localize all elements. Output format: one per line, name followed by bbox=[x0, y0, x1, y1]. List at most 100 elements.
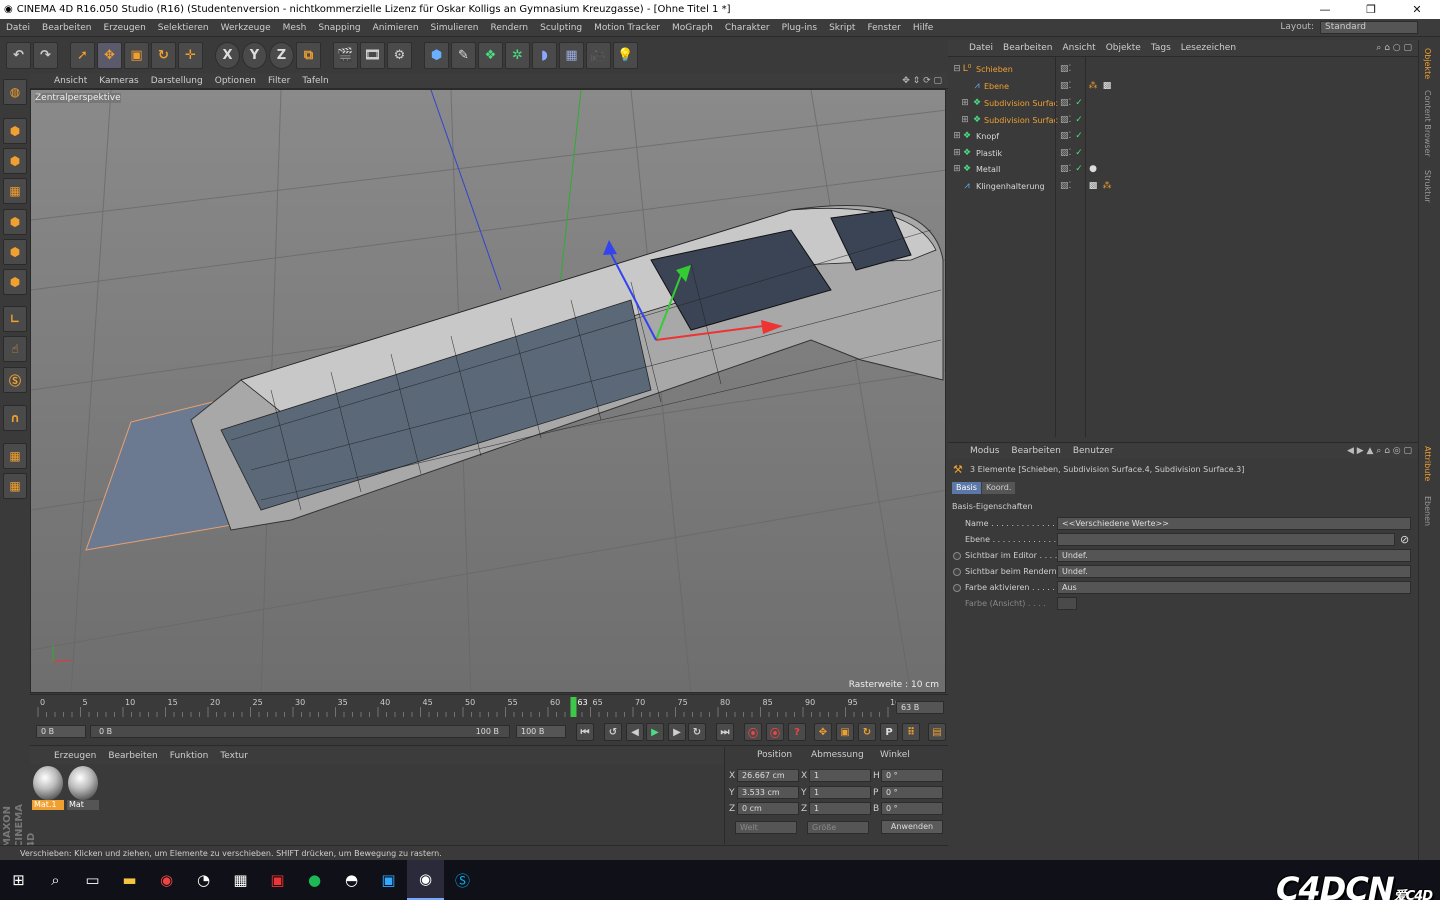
restore-icon[interactable]: ❐ bbox=[1348, 3, 1394, 16]
rotate-tool-icon[interactable]: ↻ bbox=[151, 41, 176, 69]
menu-rendern[interactable]: Rendern bbox=[485, 23, 535, 33]
camera-icon[interactable]: 🎥 bbox=[586, 41, 611, 69]
current-frame-field[interactable]: 63 B bbox=[896, 701, 944, 714]
object-menu-lesezeichen[interactable]: Lesezeichen bbox=[1176, 43, 1241, 53]
size-z-field[interactable]: 1 bbox=[809, 802, 871, 815]
menu-animieren[interactable]: Animieren bbox=[367, 23, 425, 33]
menu-werkzeuge[interactable]: Werkzeuge bbox=[215, 23, 277, 33]
enabled-check-icon[interactable]: ✓ bbox=[1074, 164, 1084, 174]
render-picture-viewer-icon[interactable]: 🎞 bbox=[360, 41, 385, 69]
app-icon[interactable]: ◓ bbox=[333, 860, 370, 900]
z-axis-lock-button[interactable]: Z bbox=[269, 41, 294, 69]
attribute-menu-benutzer[interactable]: Benutzer bbox=[1067, 446, 1120, 456]
undo-icon[interactable]: ↶ bbox=[6, 41, 31, 69]
close-icon[interactable]: ✕ bbox=[1394, 3, 1440, 16]
select-tool-icon[interactable]: ➚ bbox=[70, 41, 95, 69]
material-swatch[interactable]: Mat.1 bbox=[32, 766, 64, 812]
model-mode-icon[interactable]: ⬢ bbox=[3, 118, 27, 144]
task-view-icon[interactable]: ▭ bbox=[74, 860, 111, 900]
object-menu-datei[interactable]: Datei bbox=[964, 43, 998, 53]
windows-start-icon[interactable]: ⊞ bbox=[0, 860, 37, 900]
timeline-ruler[interactable]: 0510152025303540455055606570758085909510… bbox=[30, 694, 948, 718]
menu-fenster[interactable]: Fenster bbox=[861, 23, 906, 33]
editor-visibility-select[interactable]: Undef. bbox=[1057, 549, 1411, 562]
autokey-icon[interactable]: ⦿ bbox=[766, 723, 784, 741]
side-tab-attribute[interactable]: Attribute bbox=[1423, 446, 1432, 481]
key-position-icon[interactable]: ✥ bbox=[814, 723, 832, 741]
menu-charakter[interactable]: Charakter bbox=[719, 23, 776, 33]
recent-tool-icon[interactable]: ✛ bbox=[178, 41, 203, 69]
array-icon[interactable]: ✲ bbox=[505, 41, 530, 69]
object-row[interactable]: ⩘ Ebene ▨⁚ ⁂ ▩ bbox=[948, 78, 1418, 94]
play-icon[interactable]: ▶ bbox=[646, 723, 664, 741]
layer-link-icon[interactable]: ⊘ bbox=[1400, 533, 1409, 546]
attribute-menu-modus[interactable]: Modus bbox=[964, 446, 1005, 456]
menu-simulieren[interactable]: Simulieren bbox=[425, 23, 485, 33]
material-menu-erzeugen[interactable]: Erzeugen bbox=[48, 751, 102, 761]
record-keys-icon[interactable]: ⦿ bbox=[744, 723, 762, 741]
polygons-mode-icon[interactable]: ⬢ bbox=[3, 269, 27, 295]
edges-mode-icon[interactable]: ⬢ bbox=[3, 239, 27, 265]
minimize-icon[interactable]: — bbox=[1302, 3, 1348, 16]
name-input[interactable]: <<Verschiedene Werte>> bbox=[1057, 517, 1411, 530]
viewport-menu-darstellung[interactable]: Darstellung bbox=[145, 76, 209, 86]
object-menu-objekte[interactable]: Objekte bbox=[1101, 43, 1146, 53]
size-y-field[interactable]: 1 bbox=[809, 786, 871, 799]
workplane-lock-icon[interactable]: ▦ bbox=[3, 443, 27, 469]
tab-basis[interactable]: Basis bbox=[952, 482, 981, 494]
y-axis-lock-button[interactable]: Y bbox=[242, 41, 267, 69]
color-enable-select[interactable]: Aus bbox=[1057, 581, 1411, 594]
points-mode-icon[interactable]: ⬢ bbox=[3, 209, 27, 235]
viewport-menu-filter[interactable]: Filter bbox=[262, 76, 296, 86]
workplane-icon[interactable]: ▦ bbox=[3, 178, 27, 204]
object-row[interactable]: ⊞ ❖ Metall ▨⁚ ✓ ● bbox=[948, 161, 1418, 177]
object-menu-ansicht[interactable]: Ansicht bbox=[1057, 43, 1100, 53]
position-z-field[interactable]: 0 cm bbox=[737, 802, 799, 815]
next-frame-icon[interactable]: ▶ bbox=[668, 723, 686, 741]
key-parameter-icon[interactable]: P bbox=[880, 723, 898, 741]
object-row[interactable]: ⩘ Klingenhalterung ▨⁚ ▩ ⁂ bbox=[948, 178, 1418, 194]
menu-mograph[interactable]: MoGraph bbox=[666, 23, 719, 33]
menu-sculpting[interactable]: Sculpting bbox=[534, 23, 588, 33]
tag-icon[interactable]: ⁂ bbox=[1088, 81, 1098, 91]
tweak-mode-icon[interactable]: ☝ bbox=[3, 336, 27, 362]
menu-erzeugen[interactable]: Erzeugen bbox=[97, 23, 151, 33]
3d-viewport[interactable]: Zentralperspektive Rasterweite : 10 cm bbox=[30, 89, 946, 693]
keyframe-selection-icon[interactable]: ? bbox=[788, 723, 806, 741]
menu-datei[interactable]: Datei bbox=[0, 23, 36, 33]
visibility-dots-icon[interactable]: ▨⁚ bbox=[1060, 131, 1071, 141]
cinema4d-taskbar-icon[interactable]: ◉ bbox=[407, 860, 444, 900]
skype-icon[interactable]: Ⓢ bbox=[444, 860, 481, 900]
enabled-check-icon[interactable]: ✓ bbox=[1074, 131, 1084, 141]
expand-icon[interactable]: ⊞ bbox=[960, 98, 970, 108]
enabled-check-icon[interactable]: ✓ bbox=[1074, 98, 1084, 108]
file-explorer-icon[interactable]: ▬ bbox=[111, 860, 148, 900]
menu-bearbeiten[interactable]: Bearbeiten bbox=[36, 23, 97, 33]
attribute-nav-icons[interactable]: ◀ ▶ ▲ ⌕ ⌂ ◎ ▢ bbox=[1347, 446, 1412, 456]
visibility-dots-icon[interactable]: ▨⁚ bbox=[1060, 81, 1071, 91]
object-manager-search-icon[interactable]: ⌕ ⌂ ○ ▢ bbox=[1376, 43, 1412, 53]
goto-start-icon[interactable]: ⏮ bbox=[576, 723, 594, 741]
keyframe-toggle-icon[interactable] bbox=[953, 552, 961, 560]
menu-skript[interactable]: Skript bbox=[823, 23, 861, 33]
move-tool-icon[interactable]: ✥ bbox=[97, 41, 122, 69]
display-color-swatch[interactable] bbox=[1057, 597, 1077, 610]
object-row[interactable]: ⊟ L⁰ Schieben ▨⁚ bbox=[948, 61, 1418, 77]
size-mode-select[interactable]: Größe bbox=[807, 821, 869, 834]
preview-range-slider[interactable]: 0 B 100 B bbox=[90, 725, 510, 738]
calculator-icon[interactable]: ▦ bbox=[222, 860, 259, 900]
object-menu-tags[interactable]: Tags bbox=[1146, 43, 1176, 53]
subdivision-surface-icon[interactable]: ❖ bbox=[478, 41, 503, 69]
side-tab-content-browser[interactable]: Content Browser bbox=[1423, 90, 1432, 157]
viewport-menu-optionen[interactable]: Optionen bbox=[209, 76, 262, 86]
make-editable-icon[interactable]: ◍ bbox=[3, 79, 27, 105]
viewport-navigation-icons[interactable]: ✥ ⇕ ⟳ ▢ bbox=[902, 76, 942, 86]
key-pla-icon[interactable]: ⠿ bbox=[902, 723, 920, 741]
cube-icon[interactable]: ⬢ bbox=[424, 41, 449, 69]
light-icon[interactable]: 💡 bbox=[613, 41, 638, 69]
coordinate-system-icon[interactable]: ⧉ bbox=[296, 41, 321, 69]
axis-mode-icon[interactable]: ∟ bbox=[3, 306, 27, 332]
menu-plugins[interactable]: Plug-ins bbox=[776, 23, 824, 33]
scale-tool-icon[interactable]: ▣ bbox=[124, 41, 149, 69]
viewport-menu-kameras[interactable]: Kameras bbox=[93, 76, 144, 86]
